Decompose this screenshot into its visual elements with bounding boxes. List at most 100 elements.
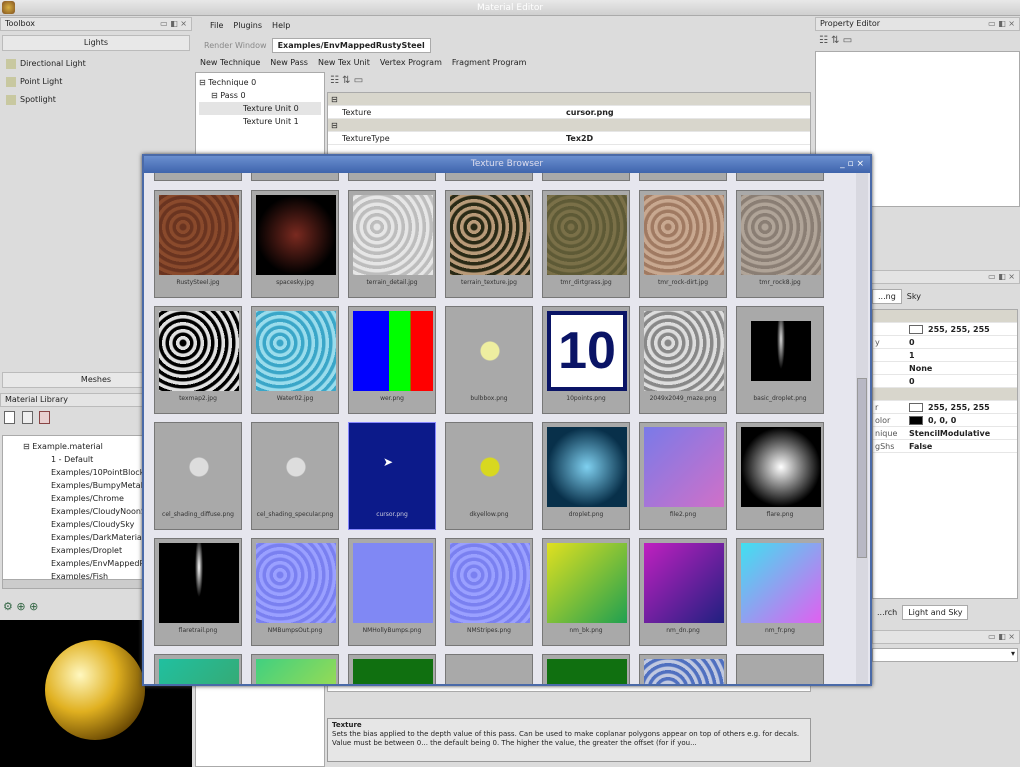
texture-cell[interactable] — [348, 173, 436, 181]
texture-cell[interactable]: terrain_detail.jpg — [348, 190, 436, 298]
section-toggle[interactable]: ⊟ — [328, 119, 810, 132]
texture-cell[interactable]: 2049x2049_maze.png — [639, 306, 727, 414]
texture-cell[interactable] — [348, 654, 436, 684]
texture-cell[interactable]: 10 10points.png — [542, 306, 630, 414]
menu-item[interactable]: Plugins — [228, 19, 267, 32]
texture-cell[interactable]: texmap2.jpg — [154, 306, 242, 414]
texture-cell[interactable]: NMHollyBumps.png — [348, 538, 436, 646]
toolbox-item[interactable]: Directional Light — [0, 55, 192, 73]
scene-property-value-wrap[interactable]: 255, 255, 255 — [909, 401, 990, 414]
lower-panel-combo[interactable]: ▾ — [872, 648, 1018, 662]
scene-property-row[interactable]: gShs False — [873, 440, 1017, 453]
scene-property-row[interactable]: 255, 255, 255 — [873, 323, 1017, 336]
open-file-icon[interactable] — [21, 411, 33, 424]
scene-property-row[interactable]: olor 0, 0, 0 — [873, 414, 1017, 427]
scene-property-value-wrap[interactable]: 0 — [909, 375, 915, 388]
toolbar-button[interactable]: Vertex Program — [375, 56, 447, 69]
texture-cell[interactable]: tmr_rock8.jpg — [736, 190, 824, 298]
texture-cell[interactable]: cel_shading_specular.png — [251, 422, 339, 530]
texture-cell[interactable]: RustySteel.jpg — [154, 190, 242, 298]
tree-texture-unit[interactable]: Texture Unit 1 — [199, 115, 321, 128]
texture-cell[interactable]: nm_bk.png — [542, 538, 630, 646]
texture-cell[interactable]: cel_shading_diffuse.png — [154, 422, 242, 530]
section-toggle[interactable]: ⊟ — [328, 93, 810, 106]
tree-technique[interactable]: ⊟ Technique 0 — [199, 76, 321, 89]
property-toolbar[interactable]: ☷ ⇅ ▭ — [327, 72, 813, 90]
texture-cell[interactable]: tmr_rock-dirt.jpg — [639, 190, 727, 298]
texture-cell[interactable] — [542, 173, 630, 181]
scene-tab[interactable]: Sky — [902, 290, 926, 303]
color-swatch[interactable] — [909, 403, 923, 412]
scene-property-value-wrap[interactable]: StencilModulative — [909, 427, 990, 440]
menu-item[interactable]: File — [205, 19, 228, 32]
bottom-tab[interactable]: ...rch — [872, 606, 902, 619]
scene-property-row[interactable]: 0 — [873, 375, 1017, 388]
texture-cell[interactable]: ➤ cursor.png — [348, 422, 436, 530]
scene-property-value-wrap[interactable]: 1 — [909, 349, 915, 362]
toolbar-button[interactable]: New Tex Unit — [313, 56, 375, 69]
color-swatch[interactable] — [909, 416, 923, 425]
texture-cell[interactable]: basic_droplet.png — [736, 306, 824, 414]
preview-toolbar-icons[interactable]: ⚙ ⊕ ⊕ — [3, 600, 38, 613]
scene-property-row[interactable]: None — [873, 362, 1017, 375]
window-controls-icon[interactable]: _ ▫ × — [840, 156, 864, 173]
texture-cell[interactable] — [736, 173, 824, 181]
texture-cell[interactable] — [154, 654, 242, 684]
lights-section-button[interactable]: Lights — [2, 35, 190, 51]
toolbar-button[interactable]: New Pass — [265, 56, 313, 69]
texture-cell[interactable] — [736, 654, 824, 684]
color-swatch[interactable] — [909, 325, 923, 334]
toolbox-item[interactable]: Spotlight — [0, 91, 192, 109]
texture-cell[interactable] — [445, 654, 533, 684]
texture-cell[interactable]: nm_fr.png — [736, 538, 824, 646]
property-row[interactable]: Texture cursor.png — [328, 106, 810, 119]
scene-property-row[interactable]: y0 — [873, 336, 1017, 349]
scene-property-row[interactable]: r 255, 255, 255 — [873, 401, 1017, 414]
scene-property-value-wrap[interactable]: 255, 255, 255 — [909, 323, 990, 336]
bottom-tab[interactable]: Light and Sky — [902, 605, 969, 620]
tab[interactable]: Examples/EnvMappedRustySteel — [271, 38, 431, 53]
toolbar-button[interactable]: Fragment Program — [447, 56, 532, 69]
scrollbar-thumb[interactable] — [857, 378, 867, 558]
property-value[interactable]: Tex2D — [566, 132, 593, 145]
toolbox-item[interactable]: Point Light — [0, 73, 192, 91]
texture-cell[interactable]: tmr_dirtgrass.jpg — [542, 190, 630, 298]
texture-cell[interactable]: dkyellow.png — [445, 422, 533, 530]
texture-cell[interactable]: NMBumpsOut.png — [251, 538, 339, 646]
texture-cell[interactable] — [639, 654, 727, 684]
texture-cell[interactable]: wer.png — [348, 306, 436, 414]
tab[interactable]: Render Window — [199, 39, 272, 52]
vertical-scrollbar[interactable] — [856, 173, 868, 684]
scene-property-value-wrap[interactable]: False — [909, 440, 932, 453]
delete-icon[interactable] — [39, 411, 51, 424]
tree-texture-unit[interactable]: Texture Unit 0 — [199, 102, 321, 115]
new-file-icon[interactable] — [4, 411, 15, 424]
texture-cell[interactable] — [251, 173, 339, 181]
property-editor-toolbar[interactable]: ☷ ⇅ ▭ — [815, 31, 1020, 51]
texture-cell[interactable]: flare.png — [736, 422, 824, 530]
texture-cell[interactable] — [154, 173, 242, 181]
property-value[interactable]: cursor.png — [566, 106, 614, 119]
panel-controls-icon[interactable]: ▭ ◧ × — [988, 631, 1015, 643]
scene-property-value-wrap[interactable]: 0, 0, 0 — [909, 414, 956, 427]
texture-cell[interactable]: file2.png — [639, 422, 727, 530]
texture-cell[interactable] — [639, 173, 727, 181]
texture-cell[interactable] — [542, 654, 630, 684]
property-row[interactable]: TextureType Tex2D — [328, 132, 810, 145]
scene-property-value-wrap[interactable]: None — [909, 362, 932, 375]
scene-property-row[interactable]: nique StencilModulative — [873, 427, 1017, 440]
texture-cell[interactable]: terrain_texture.jpg — [445, 190, 533, 298]
texture-cell[interactable]: Water02.jpg — [251, 306, 339, 414]
texture-cell[interactable]: nm_dn.png — [639, 538, 727, 646]
texture-cell[interactable]: NMStripes.png — [445, 538, 533, 646]
scene-tab[interactable]: ...ng — [872, 289, 902, 304]
tree-pass[interactable]: ⊟ Pass 0 — [199, 89, 321, 102]
texture-cell[interactable]: bulbbox.png — [445, 306, 533, 414]
scene-property-value-wrap[interactable]: 0 — [909, 336, 915, 349]
texture-browser-titlebar[interactable]: Texture Browser _ ▫ × — [144, 156, 870, 173]
scene-property-row[interactable]: 1 — [873, 349, 1017, 362]
texture-cell[interactable]: spacesky.jpg — [251, 190, 339, 298]
toolbar-button[interactable]: New Technique — [195, 56, 265, 69]
texture-cell[interactable]: flaretrail.png — [154, 538, 242, 646]
texture-cell[interactable] — [445, 173, 533, 181]
